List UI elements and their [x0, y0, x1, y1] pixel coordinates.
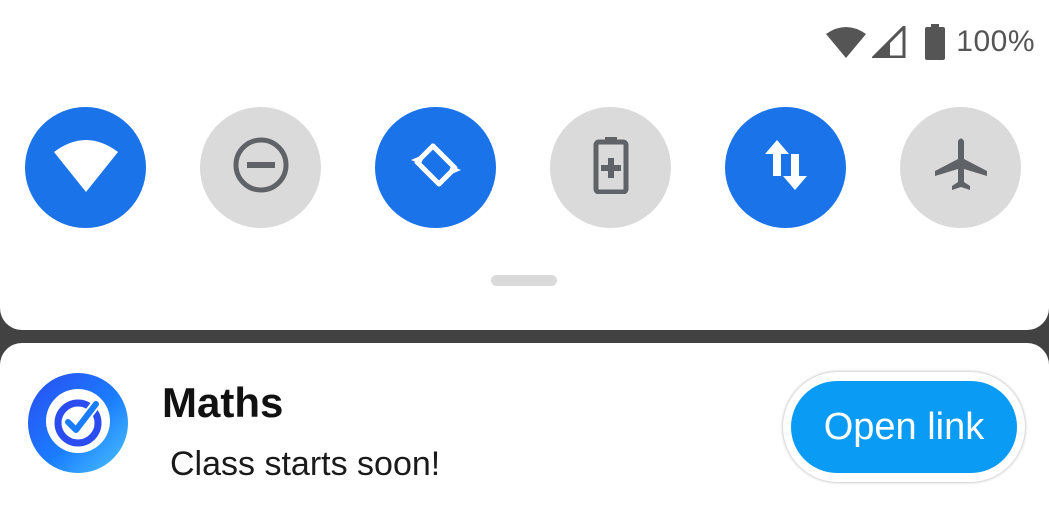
wifi-icon	[826, 26, 867, 58]
tile-mobile-data[interactable]	[725, 107, 846, 228]
battery-percentage: 100%	[956, 25, 1035, 58]
tile-do-not-disturb[interactable]	[200, 107, 321, 228]
rotate-icon	[407, 136, 465, 199]
wifi-icon	[53, 138, 118, 197]
tile-auto-rotate[interactable]	[375, 107, 496, 228]
open-link-button[interactable]: Open link	[791, 381, 1017, 473]
data-arrows-icon	[761, 136, 811, 199]
checkmark-circle-icon	[43, 386, 113, 461]
tile-battery-saver[interactable]	[550, 107, 671, 228]
action-button-container: Open link	[783, 372, 1025, 482]
cellular-signal-icon	[872, 26, 906, 58]
quick-settings-tiles	[0, 107, 1049, 228]
battery-plus-icon	[593, 136, 629, 199]
app-icon	[28, 373, 128, 473]
tile-airplane-mode[interactable]	[900, 107, 1021, 228]
notification-card[interactable]: Maths Class starts soon! Open link	[0, 343, 1049, 523]
battery-full-icon	[924, 24, 946, 60]
tile-wifi[interactable]	[25, 107, 146, 228]
quick-settings-panel: 100%	[0, 0, 1049, 330]
airplane-icon	[931, 135, 991, 200]
minus-circle-icon	[232, 136, 290, 199]
drag-handle[interactable]	[491, 275, 557, 286]
notification-title: Maths	[162, 379, 284, 426]
status-bar: 100%	[826, 20, 1035, 64]
notification-text: Class starts soon!	[170, 445, 441, 483]
